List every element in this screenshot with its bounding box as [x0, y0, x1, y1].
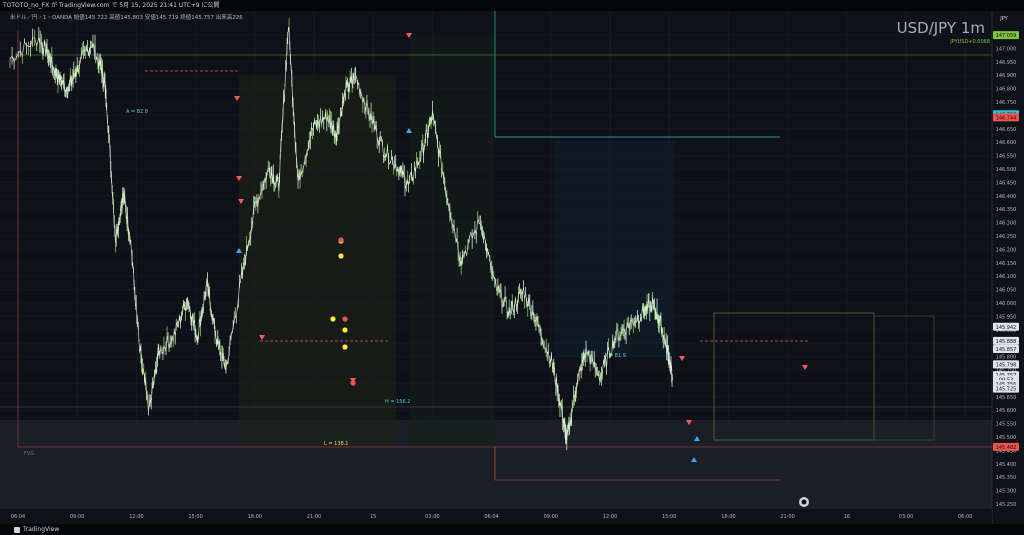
price-tick-label: 146.150 [996, 261, 1017, 267]
time-axis[interactable]: 06:04 09:00 12:00 15:00 18:00 21:00 15 03:00 06:… [0, 509, 992, 524]
red-signal-icon [342, 316, 348, 322]
price-label-text: 145.482 [996, 445, 1017, 451]
price-tick-label: 145.800 [996, 355, 1017, 361]
price-label-text: 145.942 [996, 325, 1017, 331]
time-tick-label: 12:00 [603, 514, 617, 520]
legend-text: 米ドル／円・1・OANDA 始値145.722 高値145.803 安値145.… [10, 13, 243, 21]
price-axis[interactable]: JPY 147.100147.000146.950146.900146.8001… [991, 11, 1024, 524]
time-tick-label: 03:00 [899, 514, 913, 520]
chart-canvas[interactable]: 米ドル／円・1・OANDA 始値145.722 高値145.803 安値145.… [0, 11, 1024, 524]
price-tick-label: 146.900 [996, 73, 1017, 79]
price-tick-label: 147.000 [996, 46, 1017, 52]
price-label-text: 145.888 [996, 339, 1017, 345]
replay-button[interactable] [799, 497, 809, 507]
time-tick-label: 09:00 [544, 514, 558, 520]
price-tick-label: 146.200 [996, 247, 1017, 253]
axis-currency-label: JPY [999, 16, 1008, 22]
price-label-text: 146.744 [996, 115, 1017, 121]
yellow-signal-icon [342, 344, 348, 350]
price-tick-label: 146.500 [996, 167, 1017, 173]
replay-icon [801, 499, 807, 505]
price-tick-label: 146.600 [996, 140, 1017, 146]
price-tick-label: 146.050 [996, 288, 1017, 294]
yellow-signal-icon [342, 327, 348, 333]
brand-label: TradingView [23, 526, 60, 533]
tradingview-logo-icon [14, 526, 20, 533]
time-tick-label: 16 [844, 514, 850, 520]
annotation-l: L = 138.1 [324, 441, 348, 447]
publish-info-bar: TOTOTO_no_FX が TradingView.com で 5月 15, … [0, 0, 1024, 11]
annotation-a1: A = 82.8 [126, 109, 148, 115]
price-tick-label: 145.350 [996, 475, 1017, 481]
time-tick-label: 03:00 [425, 514, 439, 520]
fvg-zone [0, 420, 992, 509]
red-signal-icon [338, 237, 344, 243]
price-label-text: 145.857 [996, 347, 1017, 353]
price-tick-label: 145.250 [996, 502, 1017, 508]
series-label: JPYUSD+0.0068 [949, 39, 990, 45]
price-tick-label: 146.650 [996, 127, 1017, 133]
red-signal-icon [350, 380, 356, 386]
price-tick-label: 145.300 [996, 489, 1017, 495]
time-tick-label: 15:00 [188, 514, 202, 520]
price-chart[interactable]: 米ドル／円・1・OANDA 始値145.722 高値145.803 安値145.… [0, 11, 1024, 524]
range-zone [555, 141, 675, 357]
price-tick-label: 146.400 [996, 194, 1017, 200]
time-tick-label: 21:00 [780, 514, 794, 520]
watermark-symbol: USD/JPY 1m [897, 19, 985, 37]
annotation-fvg: FVG [24, 451, 34, 457]
price-tick-label: 146.250 [996, 234, 1017, 240]
time-tick-label: 12:00 [129, 514, 143, 520]
price-tick-label: 146.750 [996, 100, 1017, 106]
annotation-h: H = 156.2 [385, 399, 410, 405]
price-tick-label: 146.950 [996, 60, 1017, 66]
price-label-text: 147.059 [996, 33, 1017, 39]
price-tick-label: 146.300 [996, 221, 1017, 227]
yellow-signal-icon [330, 316, 336, 322]
price-label-text: 145.725 [996, 387, 1017, 393]
time-tick-label: 09:00 [70, 514, 84, 520]
price-tick-label: 145.550 [996, 422, 1017, 428]
price-tick-label: 146.450 [996, 180, 1017, 186]
time-tick-label: 18:00 [248, 514, 262, 520]
price-label-text: 145.798 [996, 362, 1017, 368]
publish-info-text: TOTOTO_no_FX が TradingView.com で 5月 15, … [3, 2, 220, 9]
price-tick-label: 145.950 [996, 314, 1017, 320]
price-tick-label: 145.500 [996, 435, 1017, 441]
time-tick-label: 06:04 [11, 514, 25, 520]
time-tick-label: 21:00 [307, 514, 321, 520]
price-tick-label: 146.350 [996, 207, 1017, 213]
time-tick-label: 15 [370, 514, 376, 520]
price-tick-label: 145.600 [996, 408, 1017, 414]
price-tick-label: 145.650 [996, 395, 1017, 401]
price-tick-label: 146.000 [996, 301, 1017, 307]
time-tick-label: 18:00 [721, 514, 735, 520]
price-tick-label: 146.550 [996, 154, 1017, 160]
price-tick-label: 146.100 [996, 274, 1017, 280]
price-tick-label: 146.800 [996, 87, 1017, 93]
range-zone [410, 37, 495, 447]
yellow-signal-icon [338, 253, 344, 259]
time-tick-label: 15:00 [662, 514, 676, 520]
price-tick-label: 145.400 [996, 462, 1017, 468]
time-tick-label: 06:04 [484, 514, 498, 520]
brand-bar: TradingView [0, 524, 1024, 535]
time-tick-label: 06:00 [958, 514, 972, 520]
